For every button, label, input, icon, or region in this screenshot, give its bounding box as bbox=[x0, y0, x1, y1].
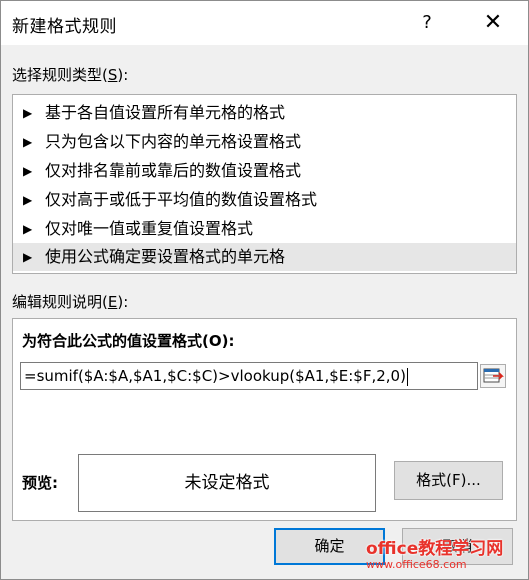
new-format-rule-dialog: 新建格式规则 ? ✕ 选择规则类型(S): ▶ 基于各自值设置所有单元格的格式 … bbox=[0, 0, 529, 580]
rule-type-label: 选择规则类型(S): bbox=[12, 66, 129, 84]
rule-item-contains[interactable]: ▶ 只为包含以下内容的单元格设置格式 bbox=[13, 128, 516, 156]
rule-item-label: 基于各自值设置所有单元格的格式 bbox=[45, 103, 286, 122]
rule-item-label: 仅对高于或低于平均值的数值设置格式 bbox=[45, 190, 318, 209]
rule-item-unique-duplicate[interactable]: ▶ 仅对唯一值或重复值设置格式 bbox=[13, 215, 516, 243]
rule-item-label: 仅对唯一值或重复值设置格式 bbox=[45, 219, 254, 238]
expand-arrow-icon: ▶ bbox=[23, 222, 33, 236]
expand-arrow-icon: ▶ bbox=[23, 135, 33, 149]
rule-item-use-formula[interactable]: ▶ 使用公式确定要设置格式的单元格 bbox=[13, 243, 516, 271]
expand-arrow-icon: ▶ bbox=[23, 106, 33, 120]
rule-item-each-value[interactable]: ▶ 基于各自值设置所有单元格的格式 bbox=[13, 99, 516, 127]
rule-item-label: 使用公式确定要设置格式的单元格 bbox=[45, 247, 286, 266]
range-selector-icon bbox=[483, 368, 504, 383]
site-watermark: office教程学习网 www.office68.com bbox=[366, 534, 526, 578]
text-caret bbox=[406, 367, 408, 386]
expand-arrow-icon: ▶ bbox=[23, 193, 33, 207]
close-button[interactable]: ✕ bbox=[479, 9, 507, 37]
rule-description-panel: 为符合此公式的值设置格式(O): =sumif($A:$A,$A1,$C:$C)… bbox=[12, 318, 517, 521]
preview-label: 预览: bbox=[22, 474, 58, 492]
rule-item-label: 只为包含以下内容的单元格设置格式 bbox=[45, 132, 302, 151]
expand-arrow-icon: ▶ bbox=[23, 250, 33, 264]
rule-type-list[interactable]: ▶ 基于各自值设置所有单元格的格式 ▶ 只为包含以下内容的单元格设置格式 ▶ 仅… bbox=[12, 94, 517, 274]
rule-item-above-below-average[interactable]: ▶ 仅对高于或低于平均值的数值设置格式 bbox=[13, 186, 516, 214]
range-selector-button[interactable] bbox=[480, 364, 506, 388]
format-button[interactable]: 格式(F)... bbox=[394, 461, 503, 500]
formula-label: 为符合此公式的值设置格式(O): bbox=[22, 332, 235, 350]
title-bar: 新建格式规则 ? ✕ bbox=[1, 1, 528, 45]
edit-description-label: 编辑规则说明(E): bbox=[12, 293, 129, 311]
dialog-title: 新建格式规则 bbox=[12, 17, 117, 37]
help-button[interactable]: ? bbox=[413, 9, 441, 37]
rule-item-label: 仅对排名靠前或靠后的数值设置格式 bbox=[45, 161, 302, 180]
watermark-title: office教程学习网 bbox=[366, 539, 504, 559]
formula-text: =sumif($A:$A,$A1,$C:$C)>vlookup($A1,$E:$… bbox=[24, 367, 406, 385]
format-preview: 未设定格式 bbox=[78, 454, 376, 512]
rule-item-top-bottom[interactable]: ▶ 仅对排名靠前或靠后的数值设置格式 bbox=[13, 157, 516, 185]
expand-arrow-icon: ▶ bbox=[23, 164, 33, 178]
watermark-url: www.office68.com bbox=[366, 558, 467, 571]
formula-input[interactable]: =sumif($A:$A,$A1,$C:$C)>vlookup($A1,$E:$… bbox=[20, 362, 478, 390]
